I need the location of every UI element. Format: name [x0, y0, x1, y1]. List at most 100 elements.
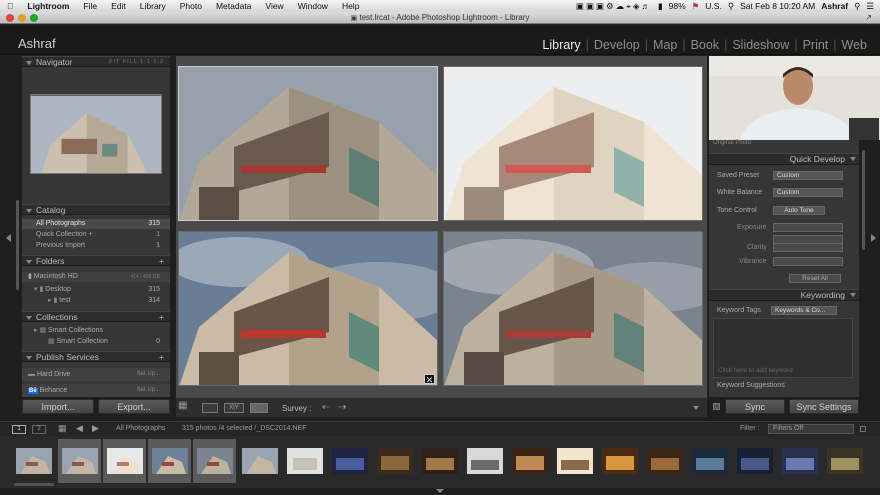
folder-desktop[interactable]: ▾ ▮ Desktop 315 [22, 285, 170, 295]
zoom-1-2[interactable]: 1:2 [153, 59, 164, 65]
filmstrip-thumb[interactable] [328, 439, 371, 483]
right-panel-toggle-icon[interactable] [871, 234, 876, 242]
previous-photo-icon[interactable]: ⇠ [322, 402, 330, 413]
zoom-1-1[interactable]: 1:1 [140, 59, 151, 65]
folder-test[interactable]: ▸ ▮ test 314 [22, 296, 170, 306]
clarity-stepper[interactable] [773, 243, 843, 252]
auto-sync-toggle[interactable] [713, 403, 720, 410]
menu-help[interactable]: Help [335, 1, 366, 11]
menu-metadata[interactable]: Metadata [209, 1, 258, 11]
apple-menu-icon[interactable]:  [0, 1, 20, 11]
window-2-button[interactable]: 2 [32, 425, 46, 434]
keywording-header[interactable]: Keywording [709, 289, 859, 301]
catalog-header[interactable]: Catalog [22, 204, 170, 215]
publish-service-behance[interactable]: Bē Behance Set Up... [22, 384, 170, 397]
forward-arrow-icon[interactable]: ▶ [92, 423, 99, 434]
filmstrip-thumb[interactable] [283, 439, 326, 483]
collection-smart-collections[interactable]: ▸ ▦ Smart Collections [22, 326, 170, 336]
filmstrip-thumb-selected[interactable] [148, 439, 191, 483]
survey-photo-3[interactable] [178, 231, 438, 386]
filmstrip-thumb[interactable] [598, 439, 641, 483]
filmstrip-scrollbar[interactable] [14, 483, 54, 486]
menu-view[interactable]: View [258, 1, 290, 11]
zoom-window-icon[interactable] [30, 14, 38, 22]
filmstrip-thumb[interactable] [688, 439, 731, 483]
zoom-fill[interactable]: FILL [123, 59, 138, 65]
battery-icon[interactable]: ▮ [658, 1, 663, 12]
keyword-tags-field[interactable]: Click here to add keyword [713, 318, 853, 378]
navigator-header[interactable]: Navigator FIT FILL 1:1 1:2 [22, 56, 170, 67]
catalog-item-all-photographs[interactable]: All Photographs 315 [22, 219, 170, 229]
search-icon[interactable]: ⚲ [728, 1, 734, 12]
filmstrip-thumb[interactable] [778, 439, 821, 483]
back-arrow-icon[interactable]: ◀ [76, 423, 83, 434]
filmstrip-thumb-selected[interactable] [103, 439, 146, 483]
filmstrip-thumb-selected[interactable] [193, 439, 236, 483]
next-photo-icon[interactable]: ⇢ [338, 402, 346, 413]
window-1-button[interactable]: 1 [12, 425, 26, 434]
publish-services-header[interactable]: Publish Services + [22, 351, 170, 362]
user-menu[interactable]: Ashraf [821, 1, 848, 11]
quick-develop-header[interactable]: Quick Develop [709, 153, 859, 165]
survey-photo-2[interactable] [443, 66, 703, 221]
publish-setup-button[interactable]: Set Up... [137, 384, 160, 397]
module-print[interactable]: Print [798, 38, 834, 52]
keyword-tags-select[interactable]: Keywords & Co... [771, 306, 837, 315]
module-develop[interactable]: Develop [589, 38, 645, 52]
menu-library[interactable]: Library [133, 1, 173, 11]
right-panel-scrollbar[interactable] [862, 150, 865, 250]
module-slideshow[interactable]: Slideshow [727, 38, 794, 52]
menu-file[interactable]: File [76, 1, 104, 11]
filmstrip-thumb-selected[interactable] [58, 439, 101, 483]
filter-select[interactable]: Filters Off [768, 424, 854, 434]
module-book[interactable]: Book [686, 38, 725, 52]
compare-view-icon[interactable]: X|Y [224, 403, 244, 413]
navigator-preview[interactable] [30, 94, 162, 174]
catalog-item-previous-import[interactable]: Previous Import 1 [22, 241, 170, 251]
sync-settings-button[interactable]: Sync Settings [789, 399, 859, 414]
close-window-icon[interactable] [6, 14, 14, 22]
filmstrip-thumb[interactable] [12, 439, 56, 483]
menu-window[interactable]: Window [291, 1, 335, 11]
import-button[interactable]: Import... [22, 399, 94, 414]
spotlight-icon[interactable]: ⚲ [854, 1, 860, 12]
catalog-item-quick-collection[interactable]: Quick Collection + 1 [22, 230, 170, 240]
left-panel-toggle-icon[interactable] [6, 234, 11, 242]
filmstrip-thumb[interactable] [238, 439, 281, 483]
flag-icon[interactable]: ⚑ [692, 1, 700, 12]
filmstrip-thumb[interactable] [823, 439, 866, 483]
filmstrip-thumb[interactable] [463, 439, 506, 483]
filmstrip-toggle-icon[interactable] [436, 489, 444, 493]
filmstrip-thumb[interactable] [373, 439, 416, 483]
filmstrip-thumb[interactable] [418, 439, 461, 483]
fullscreen-icon[interactable]: ↗ [865, 12, 872, 24]
deselect-photo-icon[interactable]: ✕ [424, 374, 435, 385]
filter-lock-icon[interactable] [860, 426, 866, 432]
add-collection-button[interactable]: + [159, 312, 164, 322]
vibrance-stepper[interactable] [773, 257, 843, 266]
toolbar-menu-icon[interactable] [693, 406, 699, 410]
module-web[interactable]: Web [837, 38, 872, 52]
status-icons[interactable]: ▣▣▣⚙☁⌖◈♬ [576, 1, 652, 12]
collections-header[interactable]: Collections + [22, 311, 170, 322]
exposure-stepper[interactable] [773, 223, 843, 232]
filmstrip-thumb[interactable] [643, 439, 686, 483]
publish-setup-button[interactable]: Set Up... [137, 368, 160, 381]
filmstrip-thumb[interactable] [508, 439, 551, 483]
notification-icon[interactable]: ☰ [866, 1, 874, 12]
auto-tone-button[interactable]: Auto Tone [773, 206, 825, 215]
zoom-options[interactable]: FIT FILL 1:1 1:2 [109, 57, 164, 67]
folders-header[interactable]: Folders + [22, 255, 170, 266]
grid-icon[interactable]: ▦ [58, 423, 67, 434]
saved-preset-select[interactable]: Custom [773, 171, 843, 180]
loupe-view-icon[interactable] [202, 403, 218, 413]
collection-smart-collection[interactable]: ▦ Smart Collection 0 [22, 337, 170, 347]
volume-macintosh-hd[interactable]: ▮ Macintosh HD 414 / 498 GB [22, 272, 170, 282]
publish-service-hard-drive[interactable]: ▬ Hard Drive Set Up... [22, 368, 170, 381]
zoom-fit[interactable]: FIT [109, 59, 120, 65]
survey-photo-4[interactable] [443, 231, 703, 386]
survey-photo-1[interactable] [178, 66, 438, 221]
reset-all-button[interactable]: Reset All [789, 274, 841, 283]
menu-edit[interactable]: Edit [104, 1, 133, 11]
module-map[interactable]: Map [648, 38, 682, 52]
